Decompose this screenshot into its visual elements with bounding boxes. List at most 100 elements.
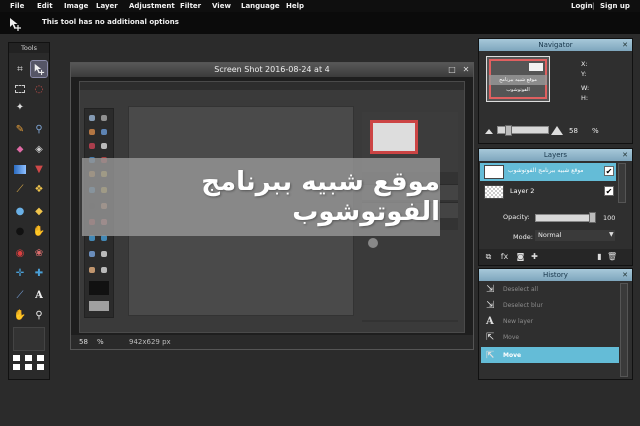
opacity-slider-knob[interactable] xyxy=(589,212,596,223)
layers-panel: Layers ✕ موقع شبيه ببرنامج الفوتوشوب ✔ L… xyxy=(478,148,633,266)
sponge-tool-icon[interactable]: ◆ xyxy=(31,203,47,219)
menu-language[interactable]: Language xyxy=(241,2,280,10)
navigator-header[interactable]: Navigator ✕ xyxy=(479,39,632,51)
signup-link[interactable]: Sign up xyxy=(600,2,630,10)
thumb-preview-box xyxy=(529,63,543,71)
zoom-in-icon[interactable] xyxy=(551,125,563,136)
color-picker-icon[interactable]: ⟋ xyxy=(12,181,28,197)
fill-bucket-icon[interactable]: ◈ xyxy=(31,141,47,157)
text-icon: A xyxy=(486,316,494,327)
tools-panel-title: Tools xyxy=(9,43,49,53)
zoom-slider-knob[interactable] xyxy=(505,125,512,136)
history-item-active[interactable]: ⇱ Move xyxy=(481,347,619,363)
swatch-white[interactable] xyxy=(25,364,32,370)
eraser-tool-icon[interactable]: ⬥ xyxy=(12,141,28,157)
history-close-icon[interactable]: ✕ xyxy=(622,269,628,281)
menu-help[interactable]: Help xyxy=(286,2,304,10)
maximize-icon[interactable]: □ xyxy=(447,65,457,75)
drop-tool-icon[interactable]: ● xyxy=(12,203,28,219)
swatch-white[interactable] xyxy=(13,364,20,370)
layer-row-selected[interactable]: موقع شبيه ببرنامج الفوتوشوب ✔ xyxy=(480,163,616,181)
zoom-tool-icon[interactable]: ⚲ xyxy=(31,307,47,323)
marquee-tool-icon[interactable] xyxy=(12,81,28,97)
brush-tool-icon[interactable]: ⚲ xyxy=(31,121,47,137)
swatch-white[interactable] xyxy=(25,355,32,361)
blend-mode-select[interactable]: Normal xyxy=(535,230,615,241)
menu-adjustment[interactable]: Adjustment xyxy=(129,2,175,10)
text-tool-icon[interactable]: A xyxy=(31,287,47,303)
chevron-down-icon[interactable]: ▼ xyxy=(609,231,614,238)
document-title: Screen Shot 2016-08-24 at 4 xyxy=(214,65,330,74)
document-titlebar[interactable]: Screen Shot 2016-08-24 at 4 xyxy=(71,63,473,77)
y-label: Y: xyxy=(581,70,587,78)
link-layers-icon[interactable]: ⧉ xyxy=(484,252,493,261)
login-link[interactable]: Login xyxy=(571,2,593,10)
layer-row[interactable]: Layer 2 ✔ xyxy=(480,183,616,201)
navigator-thumbnail[interactable]: موقع شبيه ببرنامج الفوتوشوب xyxy=(486,56,550,102)
swatch-white[interactable] xyxy=(13,355,20,361)
navigator-panel: Navigator ✕ موقع شبيه ببرنامج الفوتوشوب … xyxy=(478,38,633,144)
replace-color-icon[interactable]: ❖ xyxy=(31,181,47,197)
menu-bar: File Edit Image Layer Adjustment Filter … xyxy=(0,0,640,12)
navigator-title: Navigator xyxy=(538,41,573,49)
layers-footer: ⧉ fx ◙ ✚ ▮ 🗑 xyxy=(479,249,632,265)
dodge-tool-icon[interactable]: ✋ xyxy=(31,223,47,239)
opacity-value[interactable]: 100 xyxy=(603,214,615,222)
history-item[interactable]: ⇲ Deselect blur xyxy=(481,297,619,313)
history-header[interactable]: History ✕ xyxy=(479,269,632,281)
navigator-close-icon[interactable]: ✕ xyxy=(622,39,628,51)
move-icon xyxy=(34,63,45,75)
doc-zoom-value[interactable]: 58 xyxy=(79,338,88,346)
layer-visibility-checkbox[interactable]: ✔ xyxy=(604,166,614,176)
layers-title: Layers xyxy=(543,151,568,159)
delete-layer-icon[interactable]: 🗑 xyxy=(607,252,617,261)
history-item[interactable]: A New layer xyxy=(481,313,619,329)
spot-heal-icon[interactable]: ✚ xyxy=(31,265,47,281)
layers-scrollbar[interactable] xyxy=(618,163,626,203)
new-folder-icon[interactable]: ✚ xyxy=(530,252,539,261)
swatch-white[interactable] xyxy=(37,355,44,361)
move-tool-button[interactable] xyxy=(30,60,48,78)
color-swatches[interactable] xyxy=(13,355,45,375)
magic-wand-icon[interactable]: ✦ xyxy=(12,99,28,115)
layers-header[interactable]: Layers ✕ xyxy=(479,149,632,161)
cursor-icon: ⇲ xyxy=(486,284,495,295)
color-swatch-area[interactable] xyxy=(13,327,45,351)
blend-mode-value: Normal xyxy=(538,231,562,239)
red-eye-icon[interactable]: ◉ xyxy=(12,245,28,261)
menu-edit[interactable]: Edit xyxy=(37,2,53,10)
history-item[interactable]: ⇲ Deselect all xyxy=(481,281,619,297)
bloat-tool-icon[interactable]: ❀ xyxy=(31,245,47,261)
layers-close-icon[interactable]: ✕ xyxy=(622,149,628,161)
arabic-banner: موقع شبيه ببرنامج الفوتوشوب xyxy=(82,158,440,236)
pinch-tool-icon[interactable]: ✛ xyxy=(12,265,28,281)
options-message: This tool has no additional options xyxy=(42,18,179,26)
layer-mask-icon[interactable]: ◙ xyxy=(516,252,525,261)
mode-label: Mode: xyxy=(513,233,533,241)
navigator-zoom-value[interactable]: 58 xyxy=(569,127,578,135)
layer-visibility-checkbox[interactable]: ✔ xyxy=(604,186,614,196)
pencil-tool-icon[interactable]: ✎ xyxy=(12,121,28,137)
menu-view[interactable]: View xyxy=(212,2,231,10)
hand-tool-icon[interactable]: ✋ xyxy=(12,307,28,323)
swatch-white[interactable] xyxy=(37,364,44,370)
zoom-out-icon[interactable] xyxy=(485,127,493,135)
new-layer-icon[interactable]: ▮ xyxy=(595,252,604,261)
history-scrollbar[interactable] xyxy=(620,283,628,377)
stamp-tool-icon[interactable]: ▼ xyxy=(31,161,47,177)
layer-style-icon[interactable]: fx xyxy=(500,252,509,261)
close-icon[interactable]: ✕ xyxy=(461,65,471,75)
opacity-slider[interactable] xyxy=(535,214,595,222)
crop-tool-icon[interactable]: ⌗ xyxy=(12,61,28,77)
lasso-tool-icon[interactable]: ◌ xyxy=(31,81,47,97)
blur-tool-icon[interactable]: ⟋ xyxy=(12,287,28,303)
gradient-tool-icon[interactable] xyxy=(12,161,28,177)
menu-layer[interactable]: Layer xyxy=(96,2,118,10)
document-statusbar: 58 % 942x629 px xyxy=(71,335,473,349)
history-item[interactable]: ⇱ Move xyxy=(481,329,619,345)
menu-file[interactable]: File xyxy=(10,2,24,10)
move-tool-icon xyxy=(10,18,21,31)
burn-tool-icon[interactable]: ● xyxy=(12,223,28,239)
menu-filter[interactable]: Filter xyxy=(180,2,201,10)
menu-image[interactable]: Image xyxy=(64,2,88,10)
